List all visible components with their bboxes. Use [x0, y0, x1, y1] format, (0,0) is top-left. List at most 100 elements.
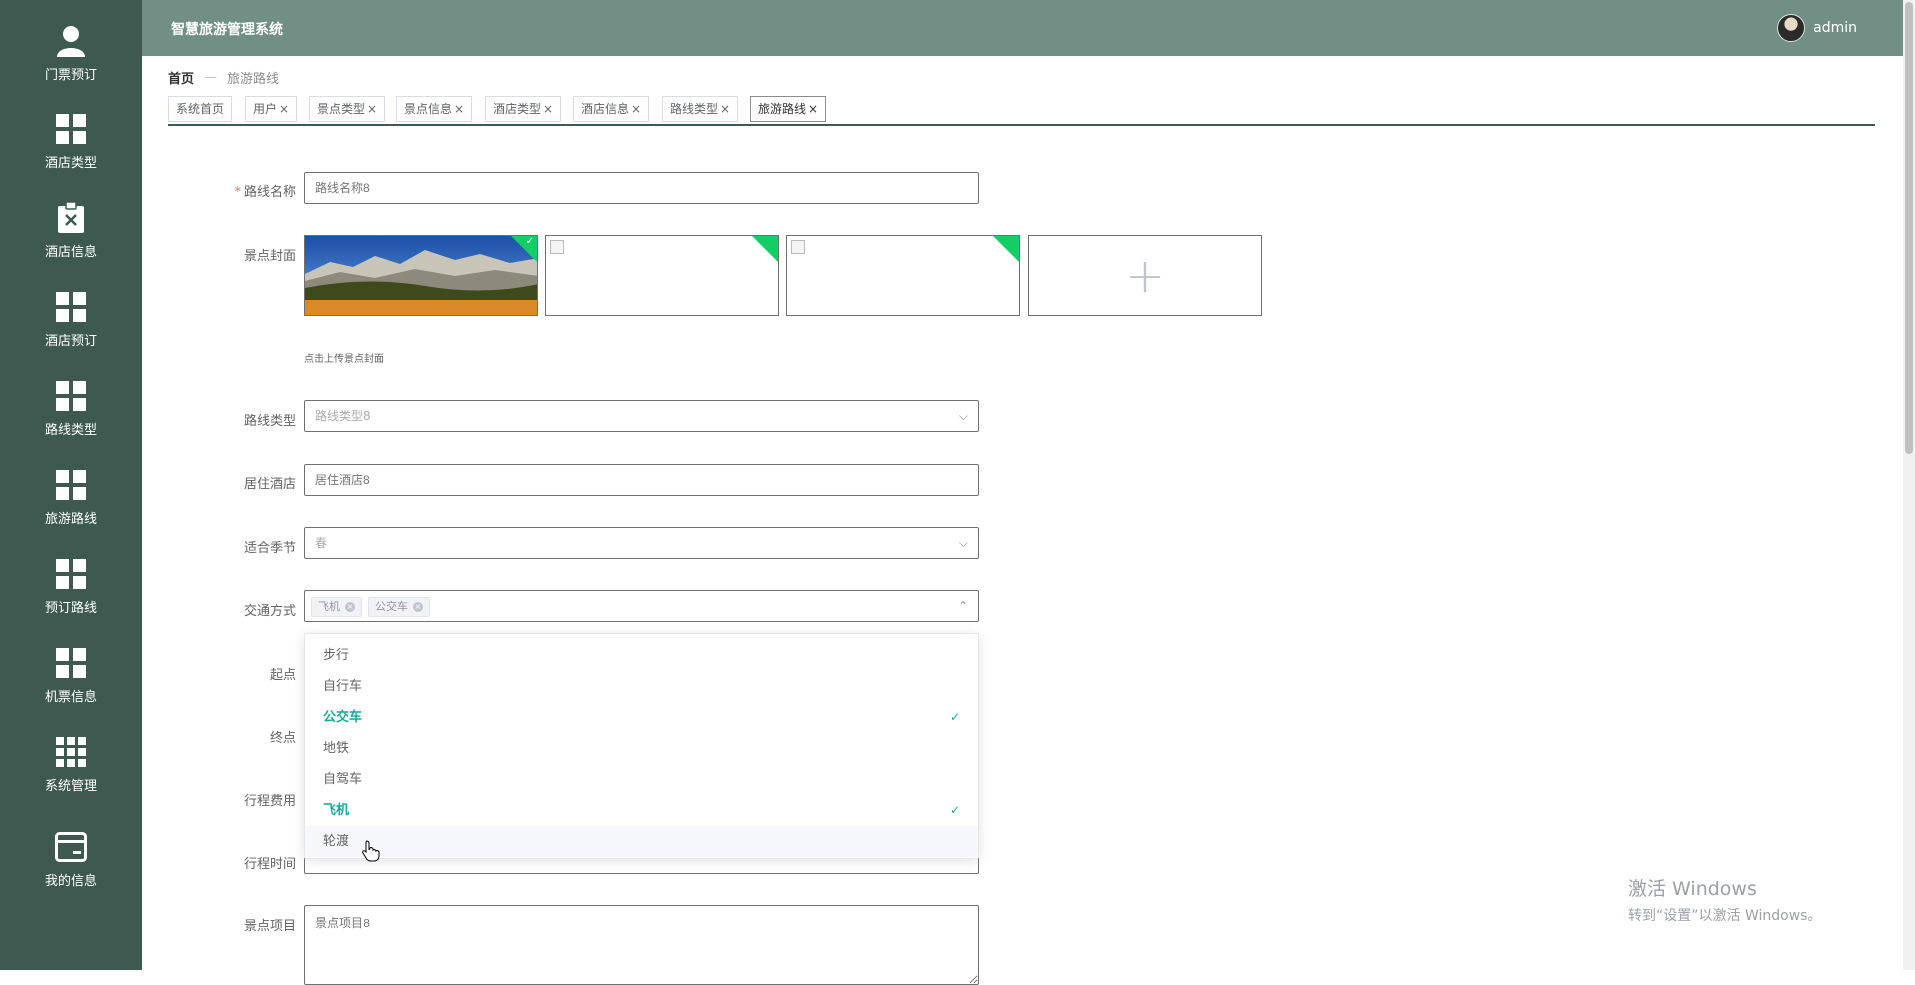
route-type-select[interactable]: 路线类型8 ⌵	[304, 400, 979, 432]
tabs-bar: 系统首页 用户 × 景点类型 × 景点信息 × 酒店类型 × 酒店信息 × 路线类型 × 旅…	[168, 96, 1875, 126]
route-name-input[interactable]	[304, 172, 979, 204]
season-value: 春	[315, 536, 328, 550]
season-select[interactable]: 春 ⌵	[304, 527, 979, 559]
windows-activation-watermark: 激活 Windows 转到“设置”以激活 Windows。	[1628, 874, 1821, 925]
option-airplane[interactable]: 飞机 ✓	[305, 795, 978, 826]
cover-image-2[interactable]	[545, 235, 779, 316]
chevron-down-icon: ⌵	[958, 409, 968, 423]
close-icon[interactable]: ×	[279, 102, 289, 116]
grid-icon	[54, 468, 88, 502]
route-type-label: 路线类型	[243, 414, 296, 429]
close-icon[interactable]: ×	[367, 102, 377, 116]
close-icon[interactable]: ×	[808, 102, 818, 116]
required-mark: *	[234, 185, 241, 200]
project-textarea[interactable]	[304, 905, 979, 985]
close-icon[interactable]: ×	[631, 102, 641, 116]
option-subway[interactable]: 地铁	[305, 733, 978, 764]
sidebar-item-my-info[interactable]: 我的信息	[0, 824, 142, 904]
sidebar-item-label: 系统管理	[44, 779, 97, 794]
project-label: 景点项目	[243, 919, 296, 934]
option-label: 自驾车	[323, 772, 363, 787]
sidebar-item-label: 路线类型	[44, 423, 97, 438]
grid-icon	[54, 379, 88, 413]
sidebar-item-label: 预订路线	[44, 601, 97, 616]
sidebar-item-label: 酒店类型	[44, 156, 97, 171]
transport-multiselect[interactable]: 飞机 × 公交车 × ⌃	[304, 590, 979, 622]
sidebar-item-flight-info[interactable]: 机票信息	[0, 640, 142, 720]
sidebar-item-label: 我的信息	[44, 874, 97, 889]
tab-user[interactable]: 用户 ×	[245, 96, 298, 122]
option-label: 飞机	[323, 803, 350, 818]
sidebar-item-book-route[interactable]: 预订路线	[0, 551, 142, 631]
breadcrumb-home[interactable]: 首页	[168, 68, 194, 87]
user-icon	[54, 24, 88, 58]
landscape-image	[305, 236, 537, 315]
breadcrumb: 首页 — 旅游路线	[168, 68, 279, 87]
tab-hotel-info[interactable]: 酒店信息 ×	[573, 96, 650, 122]
tag-bus: 公交车 ×	[368, 597, 430, 617]
tab-system-home[interactable]: 系统首页	[168, 96, 233, 122]
card-icon	[54, 830, 88, 864]
season-label: 适合季节	[243, 541, 296, 556]
username[interactable]: admin	[1813, 20, 1857, 36]
breadcrumb-current: 旅游路线	[227, 72, 280, 87]
close-icon[interactable]: ×	[720, 102, 730, 116]
sidebar-item-hotel-info[interactable]: 酒店信息	[0, 195, 142, 275]
sidebar-item-label: 酒店信息	[44, 245, 97, 260]
sidebar-item-label: 机票信息	[44, 690, 97, 705]
close-icon[interactable]: ×	[454, 102, 464, 116]
hotel-input[interactable]	[304, 464, 979, 496]
clipboard-x-icon	[54, 201, 88, 235]
sidebar-item-hotel-booking[interactable]: 酒店预订	[0, 284, 142, 364]
option-bicycle[interactable]: 自行车	[305, 671, 978, 702]
option-self-drive[interactable]: 自驾车	[305, 764, 978, 795]
tab-hotel-type[interactable]: 酒店类型 ×	[485, 96, 562, 122]
plus-icon: +	[1124, 247, 1166, 304]
top-header: 智慧旅游管理系统 admin	[142, 0, 1903, 56]
user-menu[interactable]: admin	[1777, 14, 1857, 42]
tab-scenic-info[interactable]: 景点信息 ×	[396, 96, 473, 122]
tab-scenic-type[interactable]: 景点类型 ×	[309, 96, 386, 122]
grid-icon	[54, 290, 88, 324]
sidebar-item-hotel-type[interactable]: 酒店类型	[0, 106, 142, 186]
end-label: 终点	[269, 731, 296, 746]
tab-label: 景点信息	[404, 102, 453, 116]
sidebar-item-ticket-booking[interactable]: 门票预订	[0, 18, 142, 98]
avatar[interactable]	[1777, 14, 1806, 42]
chevron-down-icon: ⌵	[958, 536, 968, 550]
cost-label: 行程费用	[243, 794, 296, 809]
option-label: 自行车	[323, 679, 363, 694]
option-ferry[interactable]: 轮渡	[305, 826, 978, 857]
transport-label: 交通方式	[243, 604, 296, 619]
tab-travel-route[interactable]: 旅游路线 ×	[750, 96, 827, 122]
app-title: 智慧旅游管理系统	[171, 22, 283, 38]
breadcrumb-separator: —	[204, 70, 218, 85]
start-label: 起点	[269, 668, 296, 683]
option-walk[interactable]: 步行	[305, 640, 978, 671]
sidebar-item-travel-route[interactable]: 旅游路线	[0, 462, 142, 542]
cover-image-1[interactable]: ✓	[304, 235, 538, 316]
check-icon: ✓	[949, 803, 960, 817]
cover-label: 景点封面	[243, 249, 296, 264]
tab-route-type[interactable]: 路线类型 ×	[662, 96, 739, 122]
vertical-scrollbar[interactable]	[1903, 0, 1915, 970]
broken-image-icon	[550, 240, 564, 254]
tag-close-icon[interactable]: ×	[345, 602, 355, 612]
time-label: 行程时间	[243, 857, 296, 872]
sidebar-item-label: 门票预订	[44, 68, 97, 83]
upload-add-button[interactable]: +	[1028, 235, 1262, 316]
tag-close-icon[interactable]: ×	[413, 602, 423, 612]
close-icon[interactable]: ×	[543, 102, 553, 116]
scrollbar-thumb[interactable]	[1905, 2, 1913, 454]
cover-image-3[interactable]	[786, 235, 1020, 316]
route-name-label: * 路线名称	[160, 181, 296, 200]
route-name-label-text: 路线名称	[243, 185, 296, 200]
sidebar-item-system-management[interactable]: 系统管理	[0, 729, 142, 809]
option-bus[interactable]: 公交车 ✓	[305, 702, 978, 733]
route-type-value: 路线类型8	[315, 409, 371, 423]
grid-icon	[54, 557, 88, 591]
watermark-line2: 转到“设置”以激活 Windows。	[1628, 908, 1822, 924]
hand-cursor-icon	[362, 840, 380, 862]
sidebar-item-route-type[interactable]: 路线类型	[0, 373, 142, 453]
tag-airplane: 飞机 ×	[311, 597, 362, 617]
